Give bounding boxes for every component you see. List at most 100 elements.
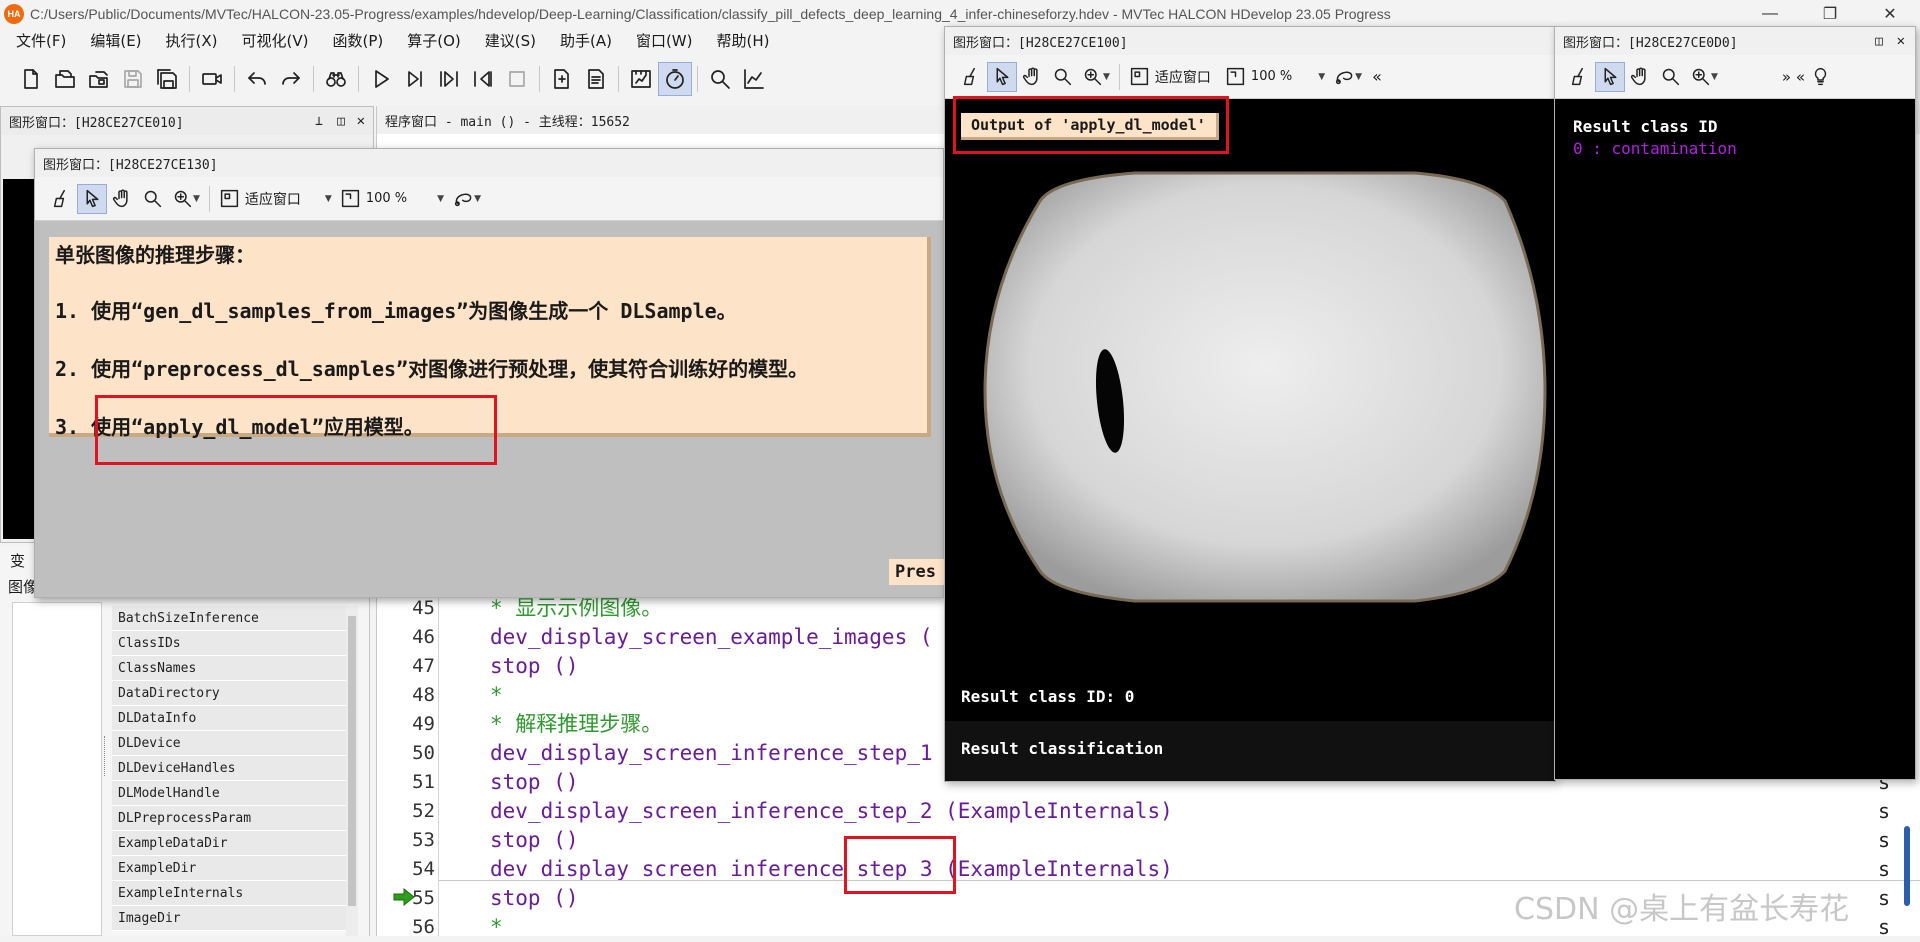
menu-help[interactable]: 帮助(H) (713, 30, 774, 51)
redo-icon[interactable] (274, 62, 308, 96)
more-tools-button[interactable]: « (1372, 67, 1382, 86)
variable-row[interactable]: DLDataInfo (112, 706, 347, 731)
close-button[interactable]: ✕ (1860, 0, 1920, 28)
variable-row[interactable]: ImageDir (112, 906, 347, 931)
lightbulb-icon[interactable] (1805, 62, 1835, 92)
code-text[interactable]: * 显示示例图像。 (490, 594, 662, 623)
find-icon[interactable] (319, 62, 353, 96)
step-into-icon[interactable] (432, 62, 466, 96)
menu-execute[interactable]: 执行(X) (162, 30, 222, 51)
magnify-icon[interactable] (1047, 62, 1077, 92)
scrollbar-thumb[interactable] (348, 616, 356, 906)
variable-row[interactable]: DataDirectory (112, 681, 347, 706)
float-button[interactable]: ◫ (1875, 34, 1883, 49)
variable-row[interactable]: ExampleDataDir (112, 831, 347, 856)
variable-row[interactable]: ExampleDir (112, 856, 347, 881)
fit-window-icon[interactable] (215, 184, 245, 214)
toolbar-separator (1118, 63, 1120, 90)
more-tools-button[interactable]: » « (1782, 68, 1805, 86)
menu-assistants[interactable]: 助手(A) (556, 30, 616, 51)
variable-row[interactable]: DLDevice (112, 731, 347, 756)
fit-window-label[interactable]: 适应窗口 (1155, 67, 1211, 87)
insert-icon[interactable] (545, 62, 579, 96)
pan-hand-icon[interactable] (1625, 62, 1655, 92)
step-out-icon[interactable] (466, 62, 500, 96)
menu-operators[interactable]: 算子(O) (403, 30, 465, 51)
fit-window-icon[interactable] (1125, 62, 1155, 92)
vertical-scrollbar[interactable] (1904, 826, 1910, 906)
variable-row[interactable]: ClassIDs (112, 631, 347, 656)
variable-row[interactable]: ExampleInternals (112, 881, 347, 906)
code-text[interactable]: dev_display_screen_inference_step_2 (Exa… (490, 797, 1173, 826)
clear-window-icon[interactable] (1565, 62, 1595, 92)
pointer-icon[interactable] (987, 61, 1017, 92)
variable-row[interactable]: ClassNames (112, 656, 347, 681)
variable-row[interactable]: DLModelHandle (112, 781, 347, 806)
variable-row[interactable]: DLDeviceHandles (112, 756, 347, 781)
chevron-down-icon[interactable]: ▼ (1711, 72, 1718, 82)
variable-tab-label[interactable]: 变 (10, 550, 25, 571)
new-file-icon[interactable] (14, 62, 48, 96)
zoom-icon[interactable] (703, 62, 737, 96)
menu-edit[interactable]: 编辑(E) (86, 30, 145, 51)
profiler-icon[interactable] (624, 62, 658, 96)
code-text[interactable]: dev_display_screen_inference_step_1 (490, 739, 933, 768)
undo-icon[interactable] (240, 62, 274, 96)
open-file-icon[interactable] (48, 62, 82, 96)
step-over-icon[interactable] (398, 62, 432, 96)
code-text[interactable]: * (490, 681, 503, 710)
chevron-down-icon[interactable]: ▼ (325, 194, 332, 204)
variable-row[interactable]: DLPreprocessParam (112, 806, 347, 831)
code-text[interactable]: stop () (490, 652, 579, 681)
zoom-level-value[interactable]: 100 % (1251, 69, 1292, 84)
chevron-down-icon[interactable]: ▼ (474, 194, 481, 204)
properties-icon[interactable] (579, 62, 613, 96)
chevron-down-icon[interactable]: ▼ (1318, 72, 1325, 82)
line-number: 53 (412, 829, 435, 851)
close-window-button[interactable]: ✕ (1897, 33, 1905, 49)
chevron-down-icon[interactable]: ▼ (437, 194, 444, 204)
menu-file[interactable]: 文件(F) (12, 30, 70, 51)
float-button[interactable]: ◫ (337, 114, 345, 129)
splitter-handle[interactable] (104, 736, 107, 776)
chevron-down-icon[interactable]: ▼ (193, 194, 200, 204)
menu-visualization[interactable]: 可视化(V) (238, 30, 313, 51)
maximize-button[interactable]: ❐ (1800, 0, 1860, 28)
variable-row[interactable]: BatchSizeInference (112, 606, 347, 631)
pan-hand-icon[interactable] (1017, 62, 1047, 92)
magnify-icon[interactable] (1655, 62, 1685, 92)
clear-window-icon[interactable] (47, 184, 77, 214)
code-text[interactable]: stop () (490, 826, 579, 855)
open-example-icon[interactable] (82, 62, 116, 96)
pointer-icon[interactable] (1595, 61, 1625, 92)
code-text[interactable]: stop () (490, 768, 579, 797)
code-text[interactable]: * (490, 913, 503, 942)
fit-window-label[interactable]: 适应窗口 (245, 189, 301, 209)
zoom-level-icon[interactable] (336, 184, 366, 214)
menu-suggestions[interactable]: 建议(S) (481, 30, 540, 51)
stop-icon[interactable] (500, 62, 534, 96)
pill-image[interactable] (945, 101, 1555, 741)
save-disabled-icon[interactable] (116, 62, 150, 96)
camera-icon[interactable] (195, 62, 229, 96)
chart-icon[interactable] (737, 62, 771, 96)
pointer-icon[interactable] (77, 183, 107, 214)
chevron-down-icon[interactable]: ▼ (1355, 72, 1362, 82)
minimize-button[interactable]: — (1740, 0, 1800, 28)
pan-hand-icon[interactable] (107, 184, 137, 214)
zoom-level-value[interactable]: 100 % (366, 191, 407, 206)
chevron-down-icon[interactable]: ▼ (1103, 72, 1110, 82)
timer-icon[interactable] (658, 62, 692, 96)
save-all-icon[interactable] (150, 62, 184, 96)
close-window-button[interactable]: ✕ (357, 113, 365, 129)
code-text[interactable]: dev_display_screen_example_images ( (490, 623, 933, 652)
magnify-icon[interactable] (137, 184, 167, 214)
menu-window[interactable]: 窗口(W) (632, 30, 697, 51)
graphics-canvas[interactable] (3, 179, 37, 539)
zoom-level-icon[interactable] (1221, 62, 1251, 92)
pin-button[interactable]: ⊥ (315, 114, 323, 129)
menu-procedures[interactable]: 函数(P) (328, 30, 387, 51)
run-icon[interactable] (364, 62, 398, 96)
code-text[interactable]: * 解释推理步骤。 (490, 710, 662, 739)
clear-window-icon[interactable] (957, 62, 987, 92)
